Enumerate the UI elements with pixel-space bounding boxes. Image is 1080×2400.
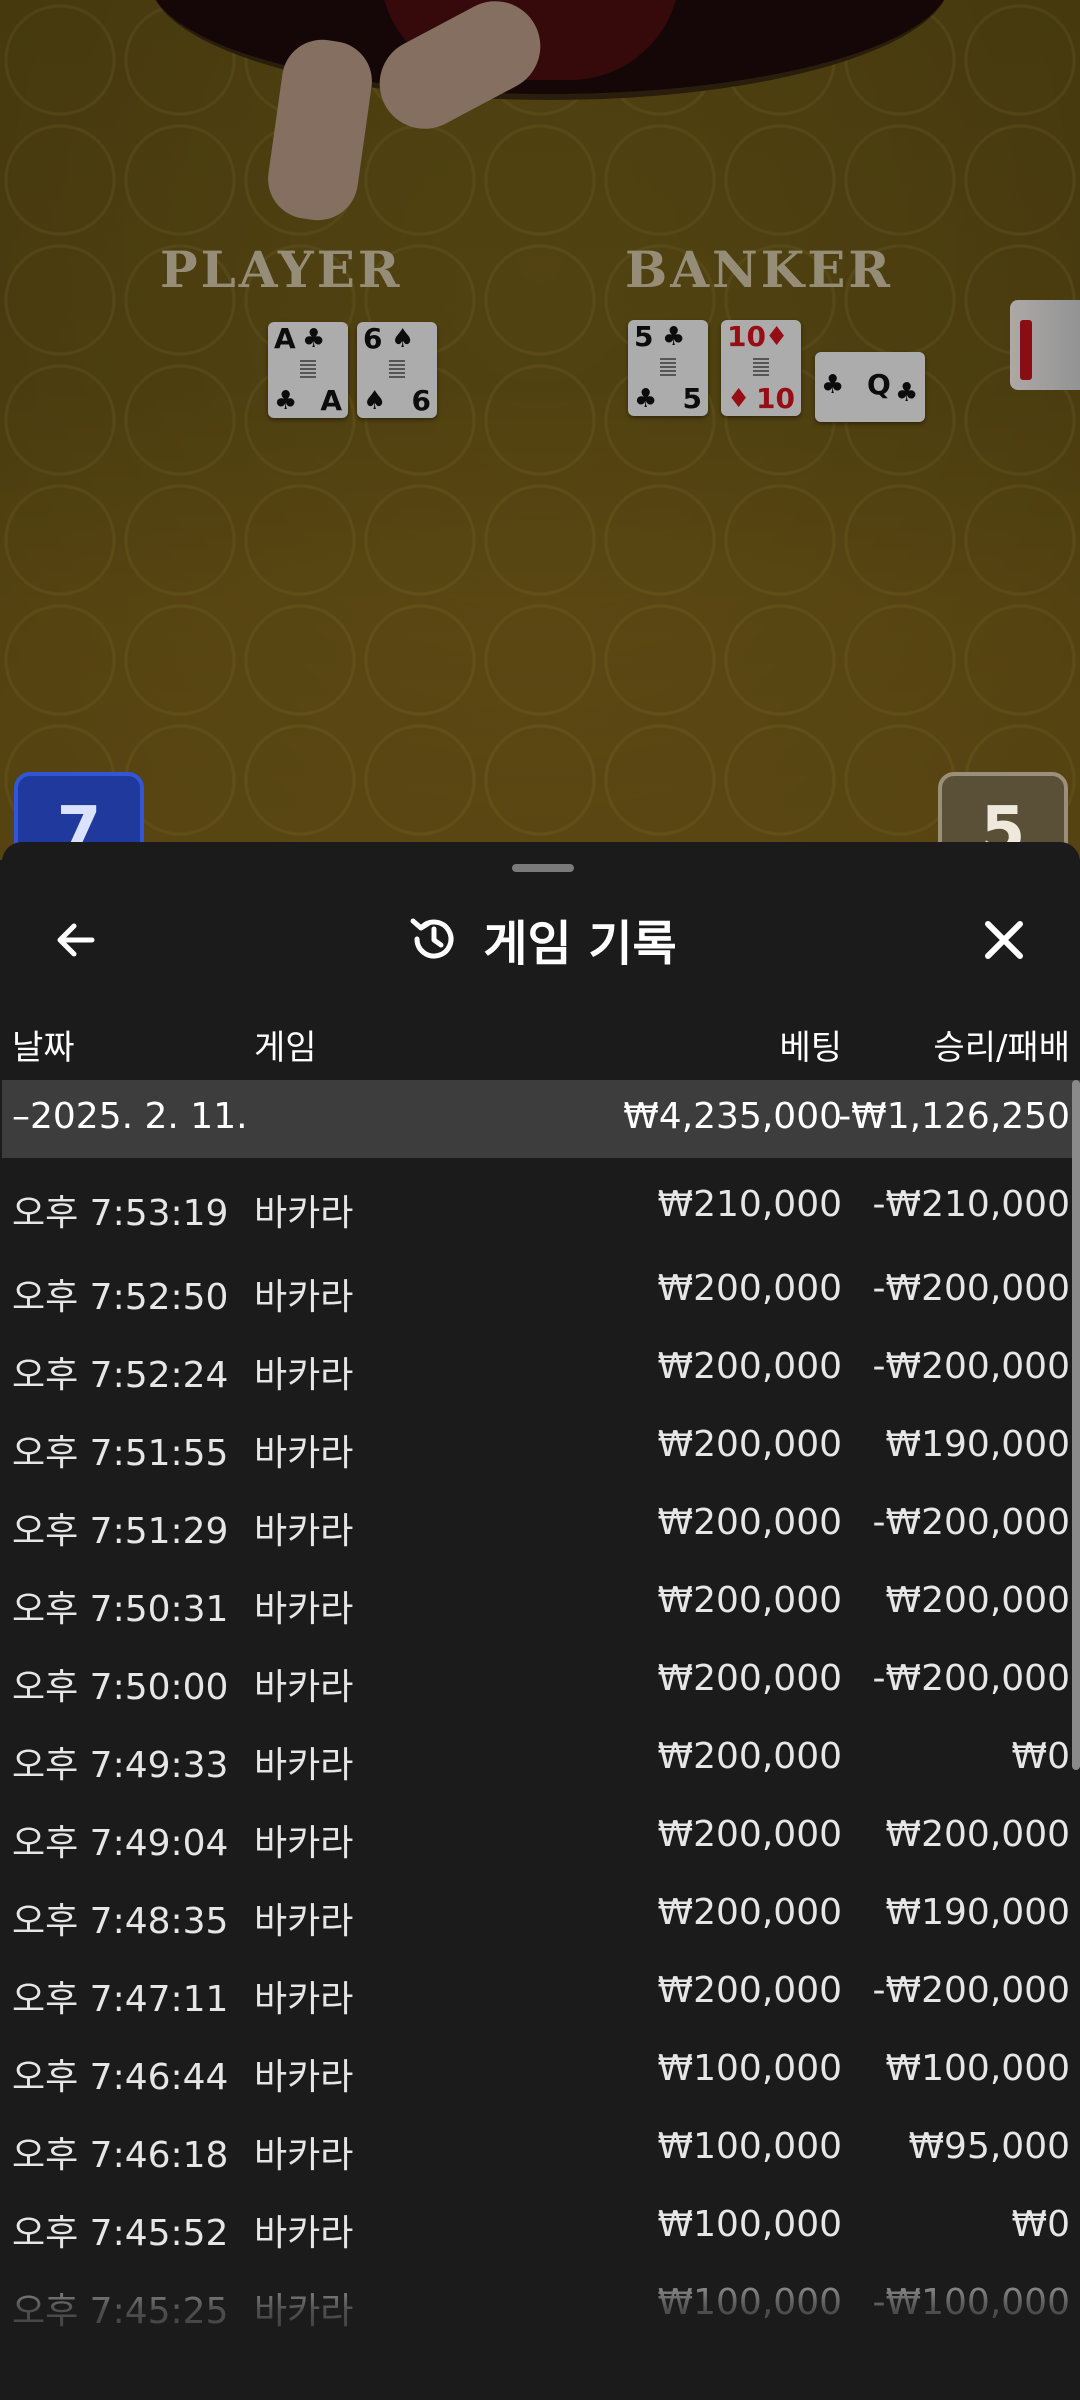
row-time: 오후 7:52:50 [12, 1277, 229, 1318]
date-summary-row[interactable]: –2025. 2. 11. ₩4,235,000 -₩1,126,250 [2, 1080, 1080, 1158]
row-game: 바카라 [254, 1589, 354, 1630]
row-time: 오후 7:52:24 [12, 1355, 229, 1396]
table-row[interactable]: 오후 7:47:11 바카라 ₩200,000 -₩200,000 [2, 1950, 1080, 2028]
row-bet: ₩200,000 [657, 1580, 842, 1621]
row-bet: ₩100,000 [657, 2204, 842, 2245]
row-result: -₩210,000 [872, 1184, 1070, 1225]
row-bet: ₩100,000 [657, 2048, 842, 2089]
row-bet: ₩200,000 [657, 1892, 842, 1933]
row-game: 바카라 [254, 2213, 354, 2254]
table-row[interactable]: 오후 7:52:50 바카라 ₩200,000 -₩200,000 [2, 1248, 1080, 1326]
game-history-sheet: 게임 기록 날짜 게임 베팅 승리/패배 –2025. 2. 11. ₩4,23… [2, 842, 1080, 2400]
close-button[interactable] [976, 912, 1032, 968]
history-icon [405, 910, 463, 968]
row-time: 오후 7:46:44 [12, 2057, 229, 2098]
table-row[interactable]: 오후 7:48:35 바카라 ₩200,000 ₩190,000 [2, 1872, 1080, 1950]
row-result: -₩100,000 [872, 2282, 1070, 2323]
row-result: ₩100,000 [885, 2048, 1070, 2089]
row-result: -₩200,000 [872, 1268, 1070, 1309]
row-game: 바카라 [254, 1433, 354, 1474]
row-result: -₩200,000 [872, 1970, 1070, 2011]
table-row[interactable]: 오후 7:51:55 바카라 ₩200,000 ₩190,000 [2, 1404, 1080, 1482]
row-time: 오후 7:45:25 [12, 2291, 229, 2332]
row-time: 오후 7:53:19 [12, 1193, 229, 1234]
row-game: 바카라 [254, 2291, 354, 2332]
table-row[interactable]: 오후 7:49:33 바카라 ₩200,000 ₩0 [2, 1716, 1080, 1794]
row-result: -₩200,000 [872, 1346, 1070, 1387]
column-header-result: 승리/패배 [933, 1028, 1070, 1068]
summary-result-total: -₩1,126,250 [838, 1096, 1070, 1137]
table-row[interactable]: 오후 7:53:19 바카라 ₩210,000 -₩210,000 [2, 1158, 1080, 1248]
row-time: 오후 7:46:18 [12, 2135, 229, 2176]
table-row[interactable]: 오후 7:50:31 바카라 ₩200,000 ₩200,000 [2, 1560, 1080, 1638]
row-game: 바카라 [254, 1979, 354, 2020]
row-time: 오후 7:47:11 [12, 1979, 229, 2020]
row-time: 오후 7:50:00 [12, 1667, 229, 1708]
overlay-dim [0, 0, 1080, 860]
table-row[interactable]: 오후 7:46:18 바카라 ₩100,000 ₩95,000 [2, 2106, 1080, 2184]
summary-bet-total: ₩4,235,000 [623, 1096, 842, 1137]
table-row[interactable]: 오후 7:46:44 바카라 ₩100,000 ₩100,000 [2, 2028, 1080, 2106]
row-result: -₩200,000 [872, 1502, 1070, 1543]
row-game: 바카라 [254, 1823, 354, 1864]
row-time: 오후 7:50:31 [12, 1589, 229, 1630]
row-game: 바카라 [254, 1277, 354, 1318]
table-header-row: 날짜 게임 베팅 승리/패배 [2, 1012, 1080, 1082]
column-header-date: 날짜 [12, 1028, 75, 1068]
row-result: ₩0 [1011, 2204, 1071, 2245]
row-time: 오후 7:51:29 [12, 1511, 229, 1552]
column-header-bet: 베팅 [779, 1028, 842, 1068]
row-time: 오후 7:49:04 [12, 1823, 229, 1864]
table-row[interactable]: 오후 7:50:00 바카라 ₩200,000 -₩200,000 [2, 1638, 1080, 1716]
row-bet: ₩100,000 [657, 2126, 842, 2167]
history-list: 오후 7:53:19 바카라 ₩210,000 -₩210,000 오후 7:5… [2, 1158, 1080, 2340]
row-result: ₩95,000 [908, 2126, 1070, 2167]
row-game: 바카라 [254, 1745, 354, 1786]
row-bet: ₩200,000 [657, 1424, 842, 1465]
row-game: 바카라 [254, 1901, 354, 1942]
row-bet: ₩200,000 [657, 1814, 842, 1855]
row-game: 바카라 [254, 1511, 354, 1552]
row-time: 오후 7:51:55 [12, 1433, 229, 1474]
row-bet: ₩100,000 [657, 2282, 842, 2323]
game-table-view: PLAYER BANKER A ♣ ♣ A 6 ♠ ♠ 6 5 ♣ ♣ 5 10… [0, 0, 1080, 860]
row-time: 오후 7:45:52 [12, 2213, 229, 2254]
row-bet: ₩200,000 [657, 1658, 842, 1699]
row-bet: ₩200,000 [657, 1736, 842, 1777]
scrollbar[interactable] [1072, 1080, 1080, 1770]
table-row[interactable]: 오후 7:52:24 바카라 ₩200,000 -₩200,000 [2, 1326, 1080, 1404]
row-bet: ₩200,000 [657, 1346, 842, 1387]
row-bet: ₩210,000 [657, 1184, 842, 1225]
close-icon [985, 921, 1023, 959]
sheet-drag-handle[interactable] [512, 864, 574, 872]
summary-date: –2025. 2. 11. [12, 1096, 248, 1137]
row-result: ₩200,000 [885, 1814, 1070, 1855]
column-header-game: 게임 [254, 1028, 317, 1068]
sheet-header: 게임 기록 [2, 882, 1080, 992]
row-time: 오후 7:48:35 [12, 1901, 229, 1942]
row-result: ₩190,000 [885, 1424, 1070, 1465]
row-game: 바카라 [254, 2057, 354, 2098]
row-game: 바카라 [254, 1193, 354, 1234]
row-bet: ₩200,000 [657, 1268, 842, 1309]
sheet-title-group: 게임 기록 [2, 904, 1080, 974]
row-result: ₩200,000 [885, 1580, 1070, 1621]
row-result: ₩0 [1011, 1736, 1071, 1777]
table-row[interactable]: 오후 7:45:25 바카라 ₩100,000 -₩100,000 [2, 2262, 1080, 2340]
row-bet: ₩200,000 [657, 1970, 842, 2011]
page-title: 게임 기록 [483, 916, 677, 972]
row-result: -₩200,000 [872, 1658, 1070, 1699]
table-row[interactable]: 오후 7:49:04 바카라 ₩200,000 ₩200,000 [2, 1794, 1080, 1872]
row-game: 바카라 [254, 1667, 354, 1708]
row-bet: ₩200,000 [657, 1502, 842, 1543]
row-result: ₩190,000 [885, 1892, 1070, 1933]
row-game: 바카라 [254, 1355, 354, 1396]
row-game: 바카라 [254, 2135, 354, 2176]
row-time: 오후 7:49:33 [12, 1745, 229, 1786]
table-row[interactable]: 오후 7:51:29 바카라 ₩200,000 -₩200,000 [2, 1482, 1080, 1560]
table-row[interactable]: 오후 7:45:52 바카라 ₩100,000 ₩0 [2, 2184, 1080, 2262]
